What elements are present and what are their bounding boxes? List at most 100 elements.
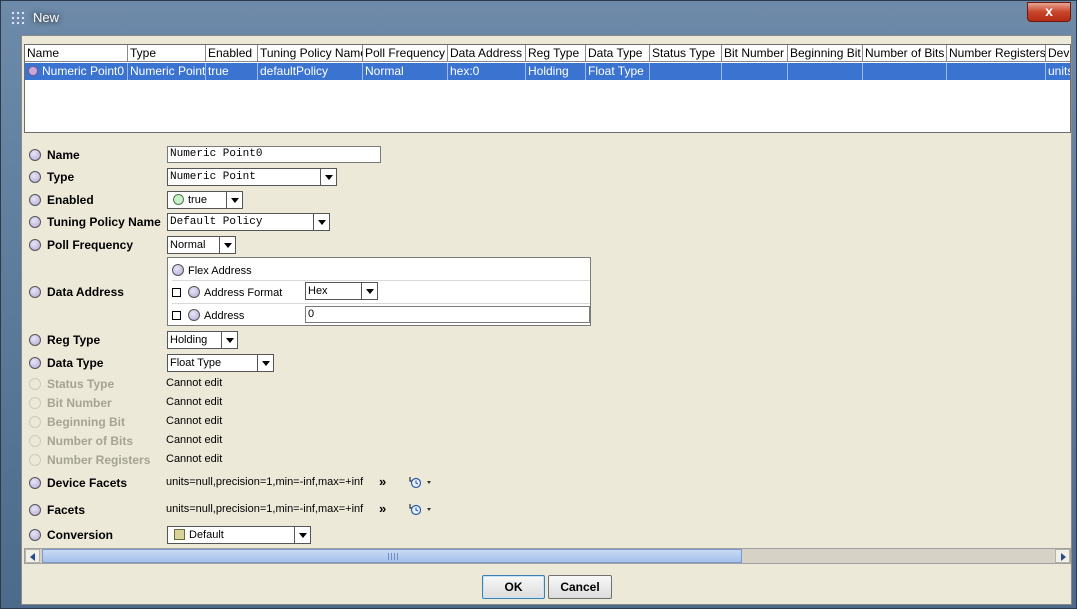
prop-label: Number Registers <box>47 453 151 467</box>
dropdown-value: Holding <box>170 334 208 346</box>
scroll-thumb[interactable] <box>42 549 742 563</box>
column-header[interactable]: Tuning Policy Name <box>258 45 363 62</box>
chevron-down-icon[interactable] <box>361 283 377 299</box>
prop-data-address: Data Address <box>22 283 162 301</box>
close-button[interactable]: x <box>1027 2 1071 22</box>
column-header[interactable]: Number of Bits <box>863 45 947 62</box>
property-icon <box>29 171 41 183</box>
prop-name: Name Numeric Point0 <box>22 146 422 164</box>
points-table[interactable]: Name Type Enabled Tuning Policy Name Pol… <box>24 44 1071 133</box>
column-header[interactable]: Name <box>25 45 128 62</box>
app-grid-icon <box>10 10 26 26</box>
prop-bit-number: Bit Number Cannot edit <box>22 394 322 412</box>
horizontal-scrollbar[interactable] <box>24 548 1071 564</box>
enabled-dropdown[interactable]: true <box>167 191 243 209</box>
prop-status-type: Status Type Cannot edit <box>22 375 322 393</box>
prop-label: Type <box>47 170 75 184</box>
prop-type: Type Numeric Point <box>22 168 422 186</box>
name-field[interactable]: Numeric Point0 <box>167 146 381 163</box>
table-cell <box>947 63 1046 80</box>
prop-number-of-bits: Number of Bits Cannot edit <box>22 432 322 450</box>
chevron-down-icon[interactable] <box>226 192 242 208</box>
grip-icon <box>388 553 398 560</box>
table-cell: Float Type <box>586 63 650 80</box>
prop-conversion: Conversion Default <box>22 526 422 544</box>
property-icon <box>29 529 41 541</box>
chevron-down-icon[interactable] <box>313 214 329 230</box>
table-cell: defaultPolicy <box>258 63 363 80</box>
cancel-button[interactable]: Cancel <box>548 575 612 599</box>
prop-label: Bit Number <box>47 396 112 410</box>
table-cell <box>788 63 863 80</box>
dropdown-value: Normal <box>170 239 206 251</box>
conversion-icon <box>174 529 185 540</box>
property-icon <box>29 149 41 161</box>
column-header[interactable]: Data Address <box>448 45 526 62</box>
flex-address-editor: Flex Address Address Format Hex Address … <box>167 257 591 326</box>
property-icon <box>29 334 41 346</box>
chevron-right-double-icon[interactable]: » <box>379 501 386 516</box>
column-header[interactable]: Data Type <box>586 45 650 62</box>
address-format-checkbox[interactable] <box>172 288 181 297</box>
history-icon[interactable] <box>407 502 433 516</box>
property-icon <box>29 504 41 516</box>
table-cell: Numeric Point0 <box>25 63 128 80</box>
data-type-dropdown[interactable]: Float Type <box>167 354 274 372</box>
type-dropdown[interactable]: Numeric Point <box>167 168 337 186</box>
property-icon <box>29 477 41 489</box>
address-field[interactable]: 0 <box>305 306 590 323</box>
dropdown-value: Default <box>189 529 224 541</box>
conversion-dropdown[interactable]: Default <box>167 526 311 544</box>
column-header[interactable]: Status Type <box>650 45 722 62</box>
ok-button[interactable]: OK <box>482 575 545 599</box>
chevron-down-icon[interactable] <box>294 527 310 543</box>
dropdown-value: Default Policy <box>170 216 263 228</box>
title-bar[interactable]: New x <box>1 1 1076 35</box>
chevron-down-icon[interactable] <box>257 355 273 371</box>
column-header[interactable]: Poll Frequency <box>363 45 448 62</box>
history-icon[interactable] <box>407 475 433 489</box>
prop-label: Name <box>47 148 80 162</box>
address-label: Address <box>204 310 245 322</box>
prop-label: Enabled <box>47 193 94 207</box>
prop-data-type: Data Type Float Type <box>22 354 422 372</box>
table-cell: Normal <box>363 63 448 80</box>
reg-type-dropdown[interactable]: Holding <box>167 331 238 349</box>
tuning-policy-dropdown[interactable]: Default Policy <box>167 213 330 231</box>
column-header[interactable]: Devic <box>1046 45 1070 62</box>
chevron-down-icon[interactable] <box>320 169 336 185</box>
column-header[interactable]: Number Registers <box>947 45 1046 62</box>
chevron-down-icon[interactable] <box>219 237 235 253</box>
readonly-value: Cannot edit <box>166 415 223 427</box>
chevron-down-icon[interactable] <box>221 332 237 348</box>
prop-number-registers: Number Registers Cannot edit <box>22 451 322 469</box>
address-format-row: Address Format <box>172 284 282 299</box>
scroll-right-button[interactable] <box>1055 549 1070 563</box>
scroll-left-button[interactable] <box>25 549 40 563</box>
column-header[interactable]: Reg Type <box>526 45 586 62</box>
address-checkbox[interactable] <box>172 311 181 320</box>
dropdown-value: Numeric Point <box>170 171 256 183</box>
readonly-value: Cannot edit <box>166 377 223 389</box>
divider <box>172 280 590 281</box>
readonly-value: Cannot edit <box>166 396 223 408</box>
property-icon <box>29 357 41 369</box>
chevron-right-double-icon[interactable]: » <box>379 474 386 489</box>
property-icon <box>29 416 41 428</box>
address-format-dropdown[interactable]: Hex <box>305 282 378 300</box>
column-header[interactable]: Type <box>128 45 206 62</box>
column-header[interactable]: Beginning Bit <box>788 45 863 62</box>
enabled-status-icon <box>173 194 184 205</box>
column-header[interactable]: Bit Number <box>722 45 788 62</box>
table-cell <box>650 63 722 80</box>
flex-address-label: Flex Address <box>188 265 252 277</box>
prop-label: Data Address <box>47 285 124 299</box>
prop-label: Data Type <box>47 356 104 370</box>
table-row[interactable]: Numeric Point0 Numeric Point true defaul… <box>25 63 1070 80</box>
property-icon <box>29 454 41 466</box>
property-icon <box>29 216 41 228</box>
prop-label: Tuning Policy Name <box>47 215 161 229</box>
poll-frequency-dropdown[interactable]: Normal <box>167 236 236 254</box>
column-header[interactable]: Enabled <box>206 45 258 62</box>
prop-enabled: Enabled true <box>22 191 422 209</box>
